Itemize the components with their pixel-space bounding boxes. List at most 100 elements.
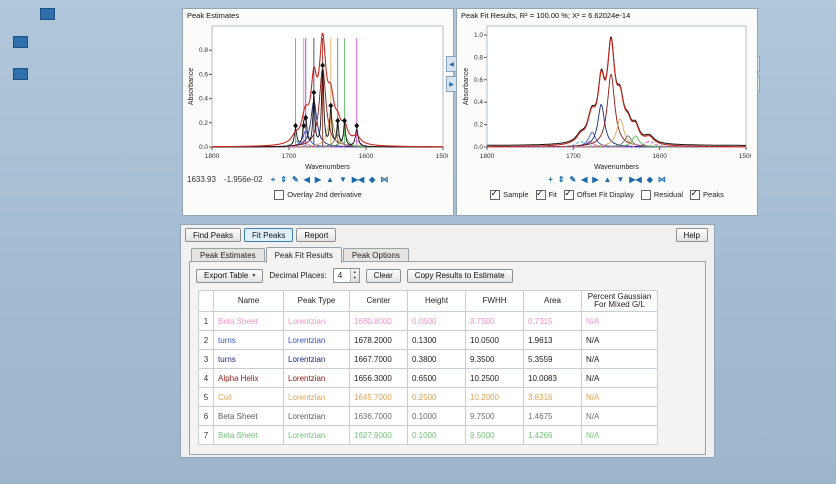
table-row[interactable]: 6 Beta Sheet Lorentzian 1636.7000 0.1000 9.75…	[198, 406, 658, 426]
cursor-y-readout: -1.956e-02	[223, 175, 263, 184]
peak-estimates-panel: Peak Estimates 1800 1700 1600 1500 0.0 0.2 0.4…	[182, 8, 454, 216]
pan-icon[interactable]: +	[271, 175, 276, 185]
left-chart-toolbar-icons: + ⇕ ✎ ◀ ▶ ▲ ▼ ▶◀ ◆ ⋈	[271, 175, 389, 185]
checkbox-label: Fit	[548, 190, 557, 199]
svg-text:1700: 1700	[282, 153, 297, 160]
left-checkbox-row: Overlay 2nd derivative	[183, 188, 453, 201]
help-button[interactable]: Help	[675, 228, 708, 242]
bowtie-icon[interactable]: ⋈	[658, 175, 666, 185]
svg-text:1700: 1700	[566, 153, 581, 160]
table-row[interactable]: 7 Beta Sheet Lorentzian 1627.9000 0.1000 9.50…	[198, 425, 658, 445]
cell-peak-type: Lorentzian	[283, 406, 350, 426]
peak-fit-results-panel: Peak Fit Results, R² = 100.00 %; X² = 6.…	[456, 8, 758, 216]
checkbox-box	[274, 189, 285, 200]
window-control-button-3[interactable]	[13, 68, 28, 80]
pan-left-icon[interactable]: ◀	[581, 175, 587, 185]
clear-button[interactable]: Clear	[365, 268, 401, 283]
pan-left-icon[interactable]: ◀	[304, 175, 310, 185]
report-button[interactable]: Report	[296, 228, 337, 242]
fit-peaks-button[interactable]: Fit Peaks	[244, 228, 294, 242]
window-control-button-1[interactable]	[40, 8, 55, 20]
edit-icon[interactable]: ✎	[292, 175, 299, 185]
svg-text:1600: 1600	[652, 153, 667, 160]
cell-height: 0.1000	[407, 425, 466, 445]
tab-content: Export Table ▾ Decimal Places: 4 ▲ ▼ Cle…	[189, 261, 706, 455]
pan-icon[interactable]: +	[548, 175, 553, 185]
edit-icon[interactable]: ✎	[570, 175, 577, 185]
svg-text:Wavenumbers: Wavenumbers	[305, 164, 350, 171]
table-row[interactable]: 5 Coil Lorentzian 1645.7000 0.2500 10.2000 3.8…	[198, 387, 658, 407]
table-row[interactable]: 1 Beta Sheet Lorentzian 1680.8000 0.0500 9.75…	[198, 311, 658, 331]
cell-peak-type: Lorentzian	[283, 330, 350, 350]
find-peaks-button[interactable]: Find Peaks	[185, 228, 242, 242]
cell-center: 1636.7000	[349, 406, 408, 426]
table-row[interactable]: 3 turns Lorentzian 1667.7000 0.3800 9.3500 5.3…	[198, 349, 658, 369]
left-panel-title: Peak Estimates	[187, 11, 240, 20]
pan-down-icon[interactable]: ▼	[616, 175, 624, 185]
zoom-vertical-icon[interactable]: ⇕	[280, 175, 287, 185]
svg-text:0.2: 0.2	[474, 122, 483, 129]
bowtie-icon[interactable]: ⋈	[380, 175, 388, 185]
col-header-fwhh: FWHH	[465, 290, 524, 312]
checkbox-sample[interactable]: Sample	[490, 188, 529, 200]
cell-name: turns	[213, 349, 284, 369]
collapse-icon[interactable]: ▶◀	[629, 175, 641, 185]
checkbox-peaks[interactable]: Peaks	[690, 188, 724, 200]
zoom-vertical-icon[interactable]: ⇕	[558, 175, 565, 185]
cell-percent-gaussian: N/A	[581, 349, 658, 369]
overlay-2nd-derivative-checkbox[interactable]: Overlay 2nd derivative	[274, 189, 362, 200]
cell-fwhh: 9.3500	[465, 349, 524, 369]
svg-text:1800: 1800	[480, 153, 495, 160]
cell-peak-type: Lorentzian	[283, 311, 350, 331]
cell-area: 1.4266	[523, 425, 582, 445]
copy-results-button[interactable]: Copy Results to Estimate	[406, 268, 513, 283]
checkbox-offset-fit-display[interactable]: Offset Fit Display	[563, 188, 634, 200]
svg-text:0.8: 0.8	[199, 47, 208, 54]
table-row[interactable]: 2 turns Lorentzian 1678.2000 0.1300 10.0500 1.…	[198, 330, 658, 350]
col-header-peak-type: Peak Type	[283, 290, 350, 312]
tab-peak-estimates[interactable]: Peak Estimates	[191, 248, 265, 262]
checkbox-fit[interactable]: Fit	[535, 188, 557, 200]
cell-percent-gaussian: N/A	[581, 387, 658, 407]
peak-estimates-chart[interactable]: 1800 1700 1600 1500 0.0 0.2 0.4 0.6 0.8 Wavenumbe…	[186, 21, 448, 171]
cell-height: 0.1000	[407, 406, 466, 426]
pan-right-icon[interactable]: ▶	[315, 175, 321, 185]
svg-text:0.0: 0.0	[474, 144, 483, 151]
tab-peak-options[interactable]: Peak Options	[342, 248, 409, 262]
checkbox-label: Peaks	[703, 190, 724, 199]
svg-text:1800: 1800	[205, 153, 220, 160]
pan-up-icon[interactable]: ▲	[604, 175, 612, 185]
cell-fwhh: 9.7500	[465, 311, 524, 331]
checkbox-label: Overlay 2nd derivative	[287, 190, 362, 199]
svg-text:1.0: 1.0	[474, 32, 483, 39]
export-table-label: Export Table	[204, 271, 249, 280]
peak-fit-results-chart[interactable]: 1800 1700 1600 1500 0.0 0.2 0.4 0.6 0.8 1.0 Wavenu…	[461, 21, 751, 171]
checkbox-residual[interactable]: Residual	[640, 189, 683, 200]
diamond-icon[interactable]: ◆	[369, 175, 375, 185]
col-header-percent-gaussian: Percent Gaussian For Mixed G/L	[581, 290, 658, 312]
window-control-button-2[interactable]	[13, 36, 28, 48]
export-table-button[interactable]: Export Table ▾	[196, 268, 264, 283]
left-chart-toolbar: 1633.93 -1.956e-02 + ⇕ ✎ ◀ ▶ ▲ ▼ ▶◀ ◆ ⋈	[183, 171, 453, 188]
tab-peak-fit-results[interactable]: Peak Fit Results	[265, 247, 342, 263]
decimal-places-value: 4	[337, 271, 343, 280]
pan-down-icon[interactable]: ▼	[339, 175, 347, 185]
svg-text:0.4: 0.4	[474, 99, 483, 106]
checkbox-label: Sample	[503, 190, 529, 199]
cell-area: 10.0083	[523, 368, 582, 388]
svg-text:1600: 1600	[359, 153, 374, 160]
col-header-height: Height	[407, 290, 466, 312]
table-row[interactable]: 4 Alpha Helix Lorentzian 1656.3000 0.6500 10.…	[198, 368, 658, 388]
svg-text:0.6: 0.6	[474, 77, 483, 84]
caret-down-icon: ▾	[252, 273, 256, 279]
cell-peak-type: Lorentzian	[283, 368, 350, 388]
cell-percent-gaussian: N/A	[581, 406, 658, 426]
pan-right-icon[interactable]: ▶	[592, 175, 598, 185]
spinner-down-icon[interactable]: ▼	[351, 275, 359, 281]
collapse-icon[interactable]: ▶◀	[352, 175, 364, 185]
diamond-icon[interactable]: ◆	[647, 175, 653, 185]
checkbox-label: Offset Fit Display	[576, 190, 634, 199]
pan-up-icon[interactable]: ▲	[326, 175, 334, 185]
decimal-places-spinner[interactable]: 4 ▲ ▼	[332, 268, 360, 283]
cell-center: 1667.7000	[349, 349, 408, 369]
